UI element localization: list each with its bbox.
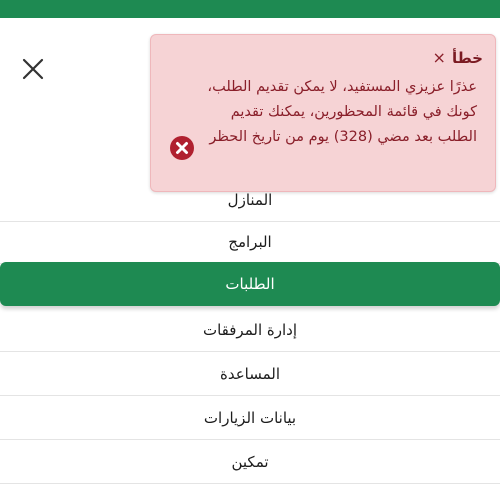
- top-app-bar: [0, 0, 500, 18]
- close-icon[interactable]: [18, 54, 48, 84]
- error-x-circle-icon: [170, 136, 194, 160]
- error-toast: خطأ × عذرًا عزيزي المستفيد، لا يمكن تقدي…: [150, 34, 496, 192]
- menu-item-label: الطلبات: [225, 275, 275, 293]
- menu-item-label: تمكين: [231, 452, 269, 471]
- toast-close-icon[interactable]: ×: [433, 50, 446, 66]
- toast-message: عذرًا عزيزي المستفيد، لا يمكن تقديم الطل…: [207, 79, 477, 145]
- menu-item-attachments[interactable]: إدارة المرفقات: [0, 308, 500, 352]
- menu-item-label: المساعدة: [219, 364, 281, 383]
- menu-item-visits[interactable]: بيانات الزيارات: [0, 396, 500, 440]
- menu-item-label: إدارة المرفقات: [202, 320, 298, 339]
- menu-item-label: البرامج: [228, 232, 272, 251]
- menu-item-programs[interactable]: البرامج: [0, 220, 500, 264]
- menu-item-label: بيانات الزيارات: [203, 408, 297, 427]
- toast-title: خطأ: [451, 49, 483, 67]
- menu-item-label: المنازل: [227, 190, 273, 209]
- menu-item-help[interactable]: المساعدة: [0, 352, 500, 396]
- menu-item-tamkeen[interactable]: تمكين: [0, 440, 500, 484]
- toast-header: خطأ ×: [433, 49, 483, 67]
- menu-item-requests[interactable]: الطلبات: [0, 262, 500, 306]
